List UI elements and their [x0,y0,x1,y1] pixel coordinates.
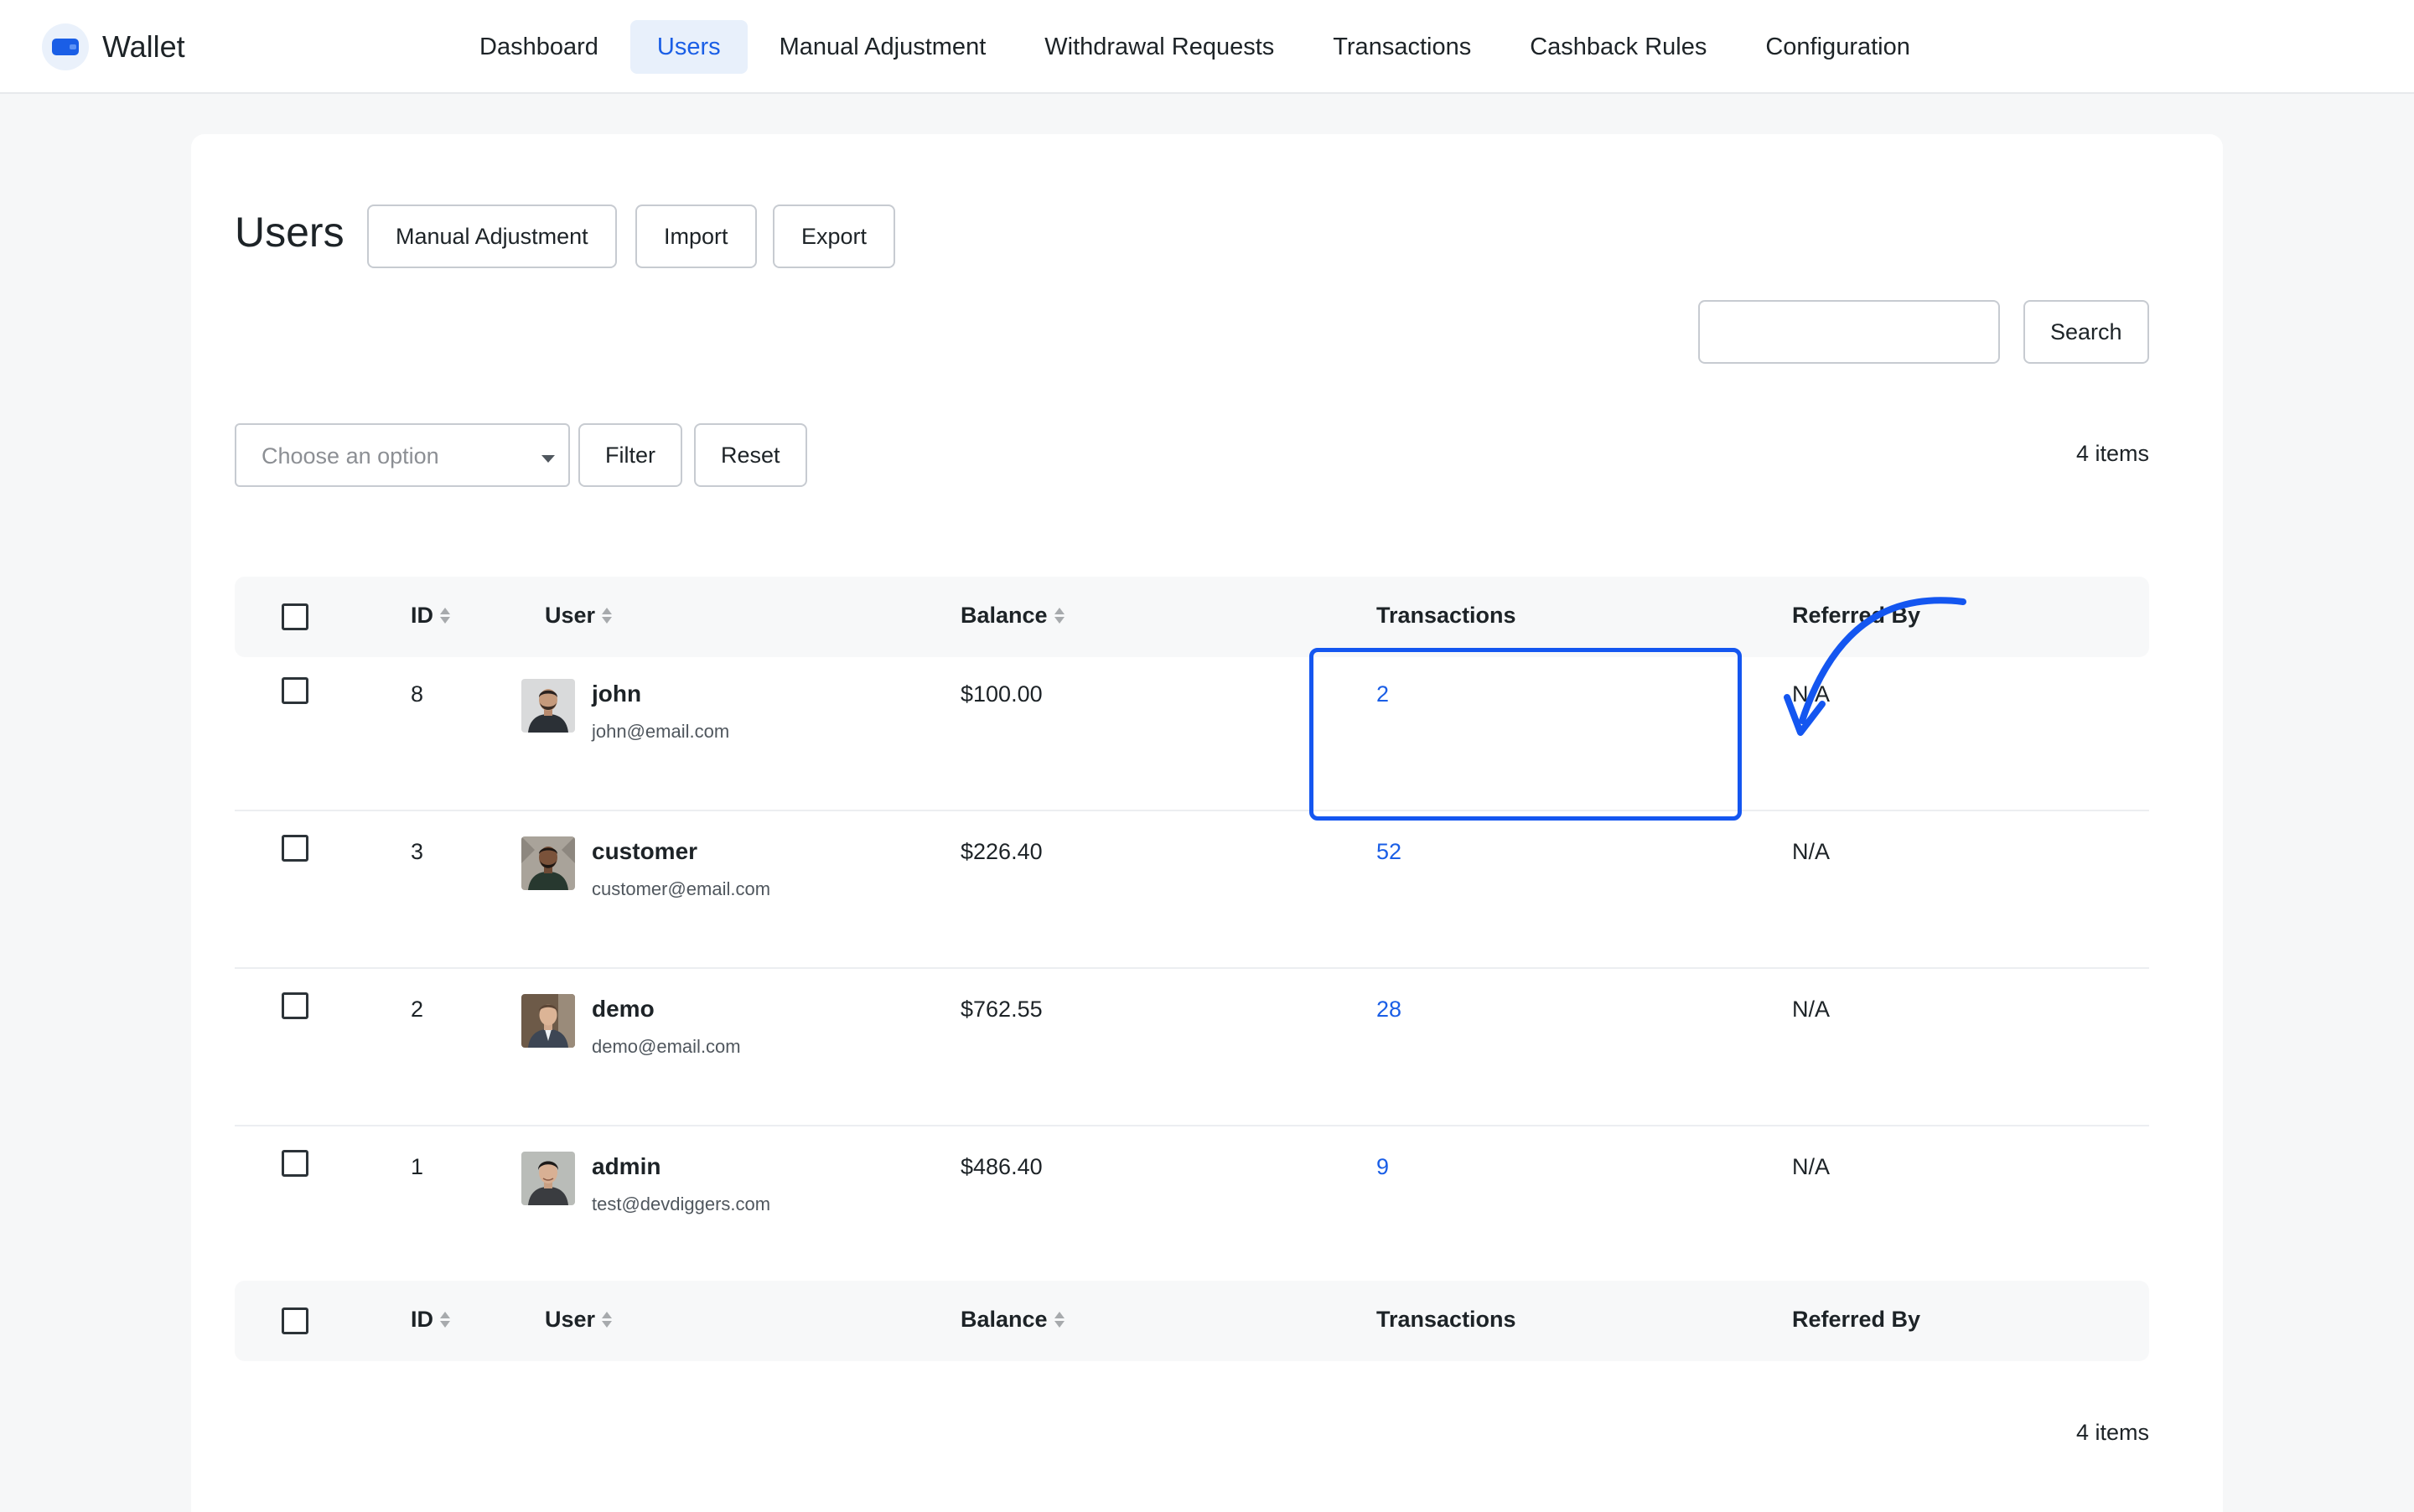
avatar [521,994,575,1048]
nav-item-dashboard[interactable]: Dashboard [453,20,625,74]
row-transactions-link[interactable]: 28 [1376,997,1401,1023]
row-checkbox[interactable] [282,992,308,1019]
user-name[interactable]: john [592,681,641,707]
column-transactions: Transactions [1376,603,1516,628]
brand[interactable]: Wallet [42,23,185,70]
table-row: 8 john john@email.com $100.00 2 N/A [235,654,2149,811]
import-button[interactable]: Import [635,205,757,268]
row-checkbox[interactable] [282,835,308,862]
column-id-label: ID [411,1307,433,1332]
row-transactions-link[interactable]: 9 [1376,1154,1389,1180]
search-button[interactable]: Search [2023,300,2149,364]
filter-button[interactable]: Filter [578,423,682,487]
row-referred-by: N/A [1792,997,1831,1022]
users-card: Users Manual Adjustment Import Export Se… [191,134,2223,1512]
nav-item-configuration[interactable]: Configuration [1738,20,1937,74]
brand-name: Wallet [102,29,185,64]
row-balance: $486.40 [961,1154,1043,1179]
nav-item-cashback-rules[interactable]: Cashback Rules [1503,20,1733,74]
row-transactions-link[interactable]: 2 [1376,681,1389,707]
top-bar: Wallet Dashboard Users Manual Adjustment… [0,0,2414,94]
nav-item-manual-adjustment[interactable]: Manual Adjustment [753,20,1013,74]
wallet-icon [42,23,89,70]
sort-icon [440,608,450,624]
avatar [521,1152,575,1205]
column-balance-label: Balance [961,1307,1048,1332]
bulk-action-select[interactable]: Choose an option [235,423,570,487]
table-row: 2 demo demo@email.com $762.55 28 N/A [235,969,2149,1126]
table-row: 3 customer customer@email.com $226.40 52… [235,811,2149,969]
table-footer: ID User Balance Transactions Referred By [235,1281,2149,1361]
sort-icon [1054,608,1065,624]
row-balance: $226.40 [961,839,1043,864]
select-all-checkbox[interactable] [282,603,308,630]
chevron-down-icon [541,455,555,463]
column-user[interactable]: User [545,603,613,629]
column-id[interactable]: ID [411,603,450,629]
user-name[interactable]: customer [592,838,697,865]
row-referred-by: N/A [1792,1154,1831,1179]
table-header: ID User Balance Transactions Referred By [235,577,2149,657]
user-name[interactable]: admin [592,1153,660,1180]
user-email: demo@email.com [592,1036,741,1057]
column-id-label: ID [411,603,433,628]
row-id: 8 [411,681,424,707]
nav-item-users[interactable]: Users [629,20,748,74]
select-placeholder: Choose an option [262,443,439,469]
table-row: 1 admin test@devdiggers.com $486.40 9 N/… [235,1126,2149,1284]
items-count-top: 4 items [2075,441,2149,466]
row-id: 2 [411,997,424,1022]
row-balance: $762.55 [961,997,1043,1022]
user-email: john@email.com [592,721,730,742]
page-title: Users [235,209,344,256]
column-referred-by: Referred By [1792,1307,1921,1332]
row-checkbox[interactable] [282,677,308,704]
row-id: 3 [411,839,424,864]
row-referred-by: N/A [1792,681,1831,707]
user-email: test@devdiggers.com [592,1194,771,1214]
column-user-label: User [545,1307,596,1332]
sort-icon [1054,1312,1065,1328]
column-id[interactable]: ID [411,1307,450,1333]
row-referred-by: N/A [1792,839,1831,864]
column-user-label: User [545,603,596,628]
avatar [521,679,575,733]
user-email: customer@email.com [592,878,771,899]
user-name[interactable]: demo [592,996,655,1023]
manual-adjustment-button[interactable]: Manual Adjustment [367,205,617,268]
row-checkbox[interactable] [282,1150,308,1177]
row-id: 1 [411,1154,424,1179]
sort-icon [440,1312,450,1328]
row-balance: $100.00 [961,681,1043,707]
main-nav: Dashboard Users Manual Adjustment Withdr… [453,20,1942,74]
sort-icon [602,1312,613,1328]
sort-icon [602,608,613,624]
column-balance-label: Balance [961,603,1048,628]
column-balance[interactable]: Balance [961,603,1065,629]
column-transactions: Transactions [1376,1307,1516,1332]
search-input[interactable] [1698,300,2000,364]
items-count-bottom: 4 items [2075,1420,2149,1445]
avatar [521,836,575,890]
nav-item-withdrawal-requests[interactable]: Withdrawal Requests [1018,20,1301,74]
select-all-checkbox[interactable] [282,1307,308,1334]
reset-button[interactable]: Reset [694,423,807,487]
nav-item-transactions[interactable]: Transactions [1306,20,1498,74]
column-balance[interactable]: Balance [961,1307,1065,1333]
row-transactions-link[interactable]: 52 [1376,839,1401,865]
column-user[interactable]: User [545,1307,613,1333]
column-referred-by: Referred By [1792,603,1921,628]
export-button[interactable]: Export [773,205,896,268]
